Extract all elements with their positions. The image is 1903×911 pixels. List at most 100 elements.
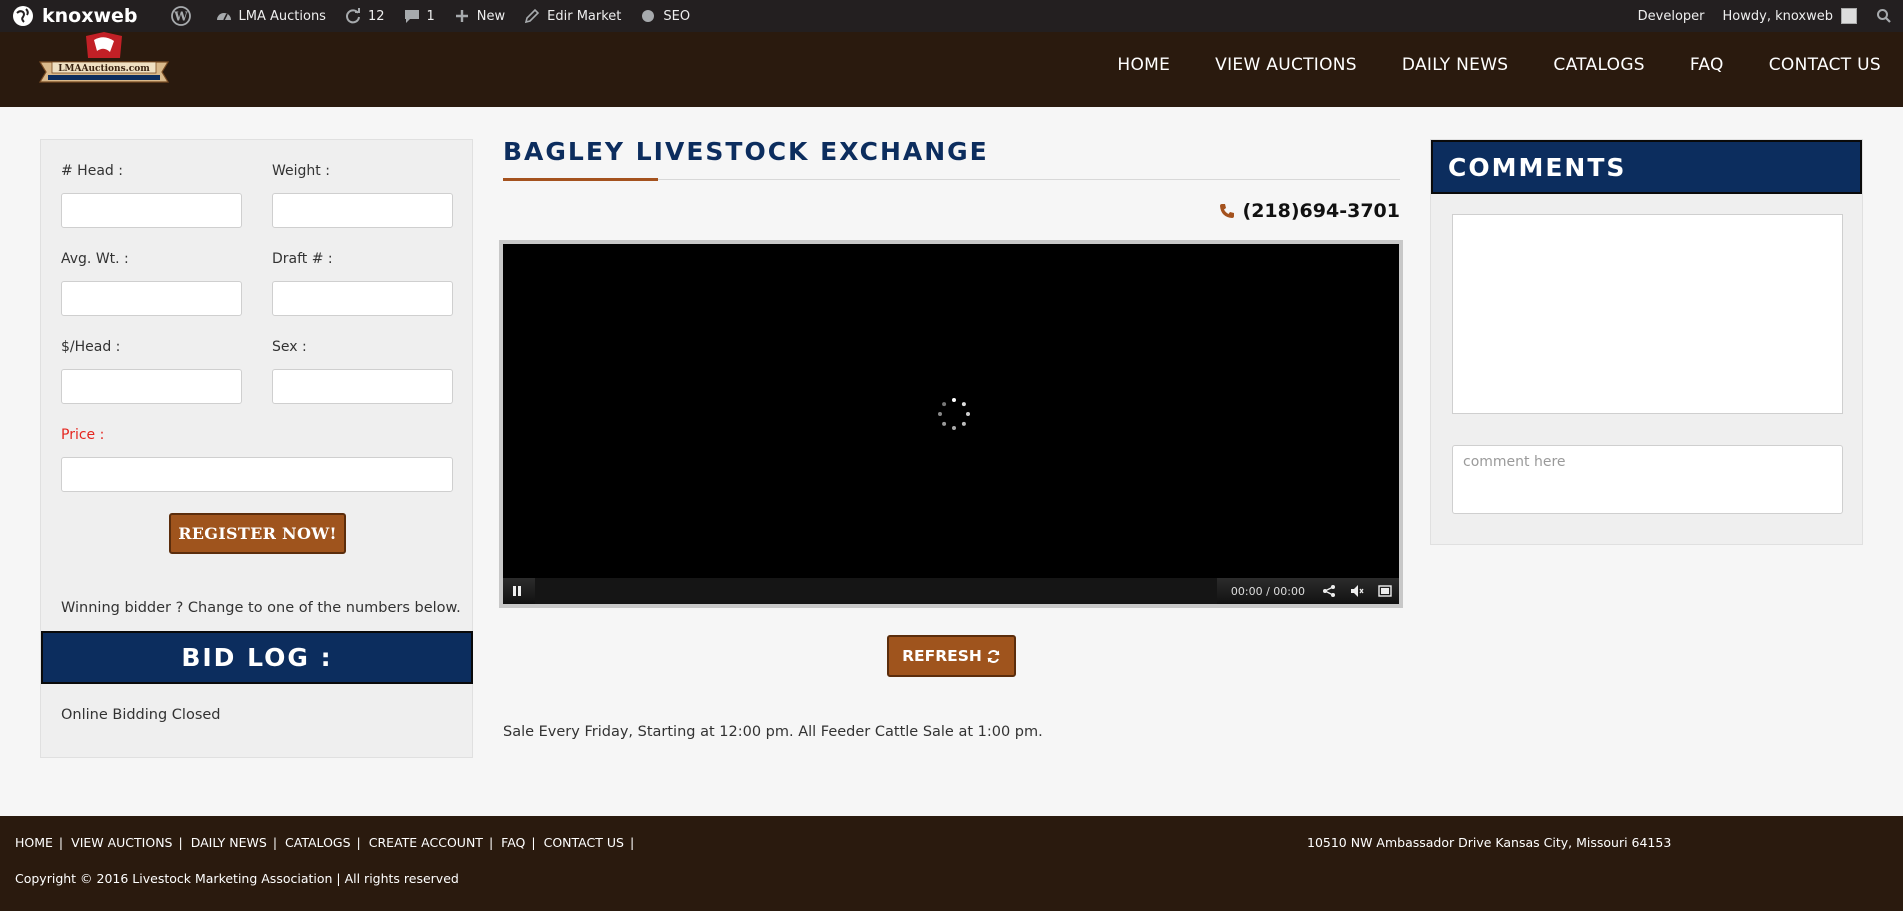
- winning-bidder-text: Winning bidder ? Change to one of the nu…: [61, 600, 461, 616]
- title-accent-bar: [503, 178, 658, 181]
- refresh-icon: [986, 649, 1001, 664]
- logo-text: LMAAuctions.com: [58, 64, 150, 74]
- globe-icon: [12, 5, 34, 27]
- mute-icon[interactable]: [1343, 578, 1371, 604]
- footer-link-faq[interactable]: FAQ: [501, 835, 525, 850]
- price-field[interactable]: [61, 457, 453, 492]
- updates-icon: [344, 7, 362, 25]
- phone-text: (218)694-3701: [1242, 200, 1400, 222]
- comments-list[interactable]: [1452, 214, 1843, 414]
- admin-account-menu[interactable]: Howdy, knoxweb: [1714, 0, 1866, 32]
- page-title: BAGLEY LIVESTOCK EXCHANGE: [503, 137, 989, 166]
- loading-spinner-icon: [936, 396, 972, 432]
- fullscreen-icon[interactable]: [1371, 578, 1399, 604]
- footer-link-create-account[interactable]: CREATE ACCOUNT: [369, 835, 483, 850]
- plus-icon: [453, 7, 471, 25]
- footer-link-catalogs[interactable]: CATALOGS: [285, 835, 351, 850]
- wordpress-menu[interactable]: W: [147, 0, 206, 32]
- avg-weight-field[interactable]: [61, 281, 242, 316]
- search-icon: [1875, 7, 1893, 25]
- wordpress-icon: W: [170, 6, 191, 26]
- admin-site-link[interactable]: knoxweb: [0, 0, 147, 32]
- seo-status-dot-icon: [639, 7, 657, 25]
- howdy-label: Howdy, knoxweb: [1722, 8, 1833, 24]
- sale-schedule-text: Sale Every Friday, Starting at 12:00 pm.…: [503, 724, 1043, 740]
- footer-separator: |: [531, 835, 536, 850]
- dashboard-icon: [215, 7, 233, 25]
- refresh-label: REFRESH: [902, 647, 982, 665]
- footer-separator: |: [272, 835, 278, 850]
- admin-item-label: SEO: [663, 8, 691, 24]
- comments-panel: COMMENTS: [1430, 139, 1863, 545]
- nav-catalogs[interactable]: CATALOGS: [1553, 55, 1644, 75]
- avg-weight-label: Avg. Wt. :: [61, 251, 129, 267]
- admin-item-seo[interactable]: SEO: [630, 0, 699, 32]
- admin-item-new[interactable]: New: [444, 0, 514, 32]
- admin-item-updates[interactable]: 12: [335, 0, 394, 32]
- nav-home[interactable]: HOME: [1117, 55, 1170, 75]
- site-header: LMAAuctions.com HOME VIEW AUCTIONS DAILY…: [0, 32, 1903, 107]
- admin-bar: knoxweb W LMA Auctions 12 1 New Edir Mar…: [0, 0, 1903, 32]
- footer-nav: HOME | VIEW AUCTIONS | DAILY NEWS | CATALOG…: [15, 835, 642, 850]
- admin-item-label: Edir Market: [547, 8, 622, 24]
- phone-icon: [1219, 203, 1235, 219]
- comment-bubble-icon: [403, 7, 421, 25]
- share-icon[interactable]: [1315, 578, 1343, 604]
- head-label: # Head :: [61, 163, 123, 179]
- site-footer: HOME | VIEW AUCTIONS | DAILY NEWS | CATALOG…: [0, 816, 1903, 911]
- phone-number[interactable]: (218)694-3701: [1219, 200, 1400, 222]
- footer-separator: |: [629, 835, 635, 850]
- footer-link-view-auctions[interactable]: VIEW AUCTIONS: [71, 835, 172, 850]
- per-head-field[interactable]: [61, 369, 242, 404]
- admin-item-comments[interactable]: 1: [394, 0, 444, 32]
- weight-label: Weight :: [272, 163, 330, 179]
- avatar: [1841, 8, 1857, 24]
- admin-item-label: New: [476, 8, 506, 24]
- footer-link-home[interactable]: HOME: [15, 835, 53, 850]
- pause-icon[interactable]: [503, 578, 531, 604]
- updates-count: 12: [367, 8, 385, 24]
- footer-separator: |: [178, 835, 183, 850]
- bid-log-header: BID LOG :: [41, 631, 473, 684]
- price-label: Price :: [61, 427, 105, 443]
- comments-header: COMMENTS: [1431, 140, 1862, 194]
- main-nav: HOME VIEW AUCTIONS DAILY NEWS CATALOGS F…: [1072, 32, 1881, 98]
- svg-text:W: W: [173, 10, 188, 24]
- video-time: 00:00 / 00:00: [1230, 584, 1305, 598]
- nav-contact-us[interactable]: CONTACT US: [1769, 55, 1881, 75]
- admin-item-lma-auctions[interactable]: LMA Auctions: [206, 0, 335, 32]
- admin-search[interactable]: [1866, 0, 1903, 32]
- footer-link-daily-news[interactable]: DAILY NEWS: [191, 835, 267, 850]
- register-now-button[interactable]: REGISTER NOW!: [169, 513, 346, 554]
- comment-input[interactable]: [1452, 445, 1843, 514]
- refresh-button[interactable]: REFRESH: [887, 635, 1016, 677]
- bid-panel: # Head : Weight : Avg. Wt. : Draft # : $…: [40, 139, 473, 758]
- draft-field[interactable]: [272, 281, 453, 316]
- footer-copyright: Copyright © 2016 Livestock Marketing Ass…: [15, 871, 459, 886]
- per-head-label: $/Head :: [61, 339, 121, 355]
- video-controls: 00:00 / 00:00: [503, 578, 1399, 604]
- site-logo[interactable]: LMAAuctions.com: [34, 32, 174, 94]
- nav-view-auctions[interactable]: VIEW AUCTIONS: [1215, 55, 1357, 75]
- nav-daily-news[interactable]: DAILY NEWS: [1402, 55, 1509, 75]
- footer-separator: |: [488, 835, 494, 850]
- pencil-icon: [523, 7, 541, 25]
- draft-label: Draft # :: [272, 251, 333, 267]
- admin-item-label: LMA Auctions: [238, 8, 326, 24]
- sex-label: Sex :: [272, 339, 307, 355]
- developer-label: Developer: [1637, 8, 1705, 24]
- nav-faq[interactable]: FAQ: [1690, 55, 1724, 75]
- footer-separator: |: [58, 835, 64, 850]
- video-player[interactable]: 00:00 / 00:00: [499, 240, 1403, 608]
- footer-separator: |: [356, 835, 361, 850]
- weight-field[interactable]: [272, 193, 453, 228]
- sex-field[interactable]: [272, 369, 453, 404]
- admin-site-name: knoxweb: [42, 5, 138, 27]
- admin-item-edit-market[interactable]: Edir Market: [514, 0, 630, 32]
- footer-address: 10510 NW Ambassador Drive Kansas City, M…: [1307, 835, 1672, 850]
- comments-count: 1: [426, 8, 435, 24]
- video-progress-bar[interactable]: [535, 578, 1217, 604]
- admin-item-developer[interactable]: Developer: [1629, 0, 1714, 32]
- footer-link-contact-us[interactable]: CONTACT US: [544, 835, 624, 850]
- head-field[interactable]: [61, 193, 242, 228]
